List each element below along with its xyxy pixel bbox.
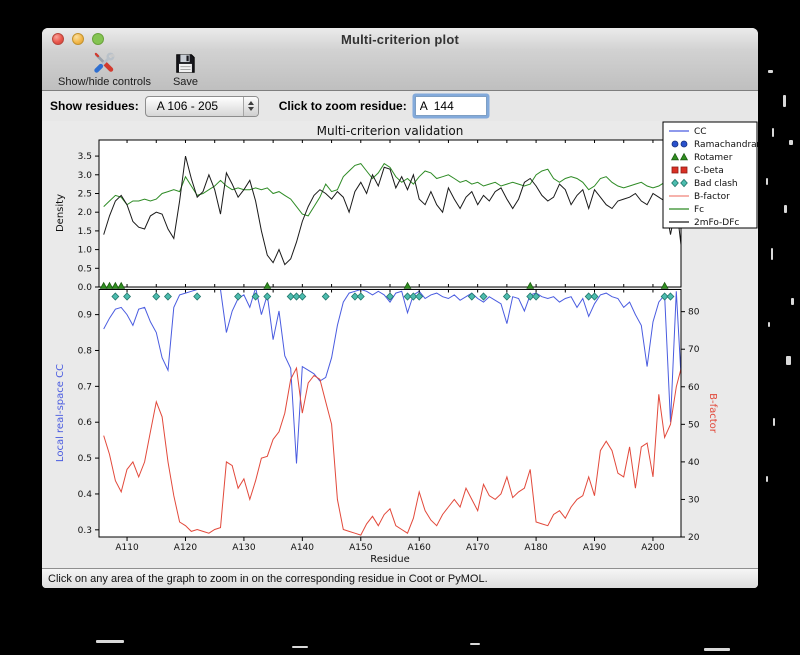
screen-artifact <box>784 205 787 213</box>
svg-text:2.0: 2.0 <box>78 208 93 218</box>
status-bar: Click on any area of the graph to zoom i… <box>42 568 758 588</box>
stepper-arrows-icon <box>242 96 258 116</box>
screen-artifact <box>768 322 770 327</box>
legend-label: CC <box>694 127 707 137</box>
show-residues-select[interactable]: A 106 - 205 <box>144 95 259 117</box>
plot-figure[interactable]: A110 A120 A130 A140 A150 A160 A170 A180 A190 A200… <box>42 121 758 568</box>
screen-artifact <box>791 298 794 305</box>
svg-text:0.0: 0.0 <box>78 283 93 293</box>
screen-artifact <box>766 476 768 482</box>
screen-artifact <box>789 140 793 145</box>
svg-text:A150: A150 <box>349 543 373 553</box>
cc-axis-label: Local real-space CC <box>55 364 66 462</box>
svg-text:60: 60 <box>688 383 700 393</box>
legend: CC Ramachandran Rotamer C-beta Bad clash B-fa… <box>662 121 758 229</box>
screen-artifact <box>96 640 124 643</box>
zoom-residue-label: Click to zoom residue: <box>278 99 407 113</box>
svg-text:0.4: 0.4 <box>78 490 93 500</box>
titlebar[interactable]: Multi-criterion plot <box>42 28 758 50</box>
save-icon <box>176 54 196 73</box>
multi-criterion-chart[interactable]: A110 A120 A130 A140 A150 A160 A170 A180 A190 A200… <box>42 121 758 568</box>
svg-text:A200: A200 <box>641 543 665 553</box>
bfactor-axis-label: B-factor <box>707 393 718 434</box>
screen-artifact <box>773 418 775 426</box>
svg-text:A180: A180 <box>524 543 548 553</box>
svg-text:50: 50 <box>688 420 700 430</box>
screen-artifact <box>470 643 480 645</box>
screen-artifact <box>783 95 786 107</box>
show-hide-controls-button[interactable]: Show/hide controls <box>58 51 151 88</box>
svg-text:0.5: 0.5 <box>78 454 92 464</box>
screen-artifact <box>786 356 791 365</box>
svg-text:0.3: 0.3 <box>78 526 92 536</box>
show-residues-label: Show residues: <box>50 99 139 113</box>
svg-text:A120: A120 <box>174 543 198 553</box>
svg-text:70: 70 <box>688 345 700 355</box>
svg-text:3.5: 3.5 <box>78 152 92 162</box>
toolbar-button-label: Show/hide controls <box>58 76 151 88</box>
svg-text:0.7: 0.7 <box>78 382 92 392</box>
svg-text:1.5: 1.5 <box>78 227 92 237</box>
save-button[interactable]: Save <box>173 51 198 88</box>
screen-artifact <box>766 178 768 185</box>
density-plot-area[interactable] <box>99 140 681 287</box>
zoom-window-button[interactable] <box>92 33 104 45</box>
svg-text:A110: A110 <box>115 543 139 553</box>
svg-text:A190: A190 <box>583 543 607 553</box>
svg-text:80: 80 <box>688 308 700 318</box>
legend-label: Rotamer <box>694 153 733 163</box>
density-axis-label: Density <box>55 194 66 232</box>
legend-label: B-factor <box>694 192 730 202</box>
legend-label: Bad clash <box>694 179 738 189</box>
x-axis-label: Residue <box>370 554 409 565</box>
svg-text:0.9: 0.9 <box>78 311 93 321</box>
toolbar: Show/hide controls Save <box>42 50 758 91</box>
toolbar-button-label: Save <box>172 76 199 88</box>
status-text: Click on any area of the graph to zoom i… <box>48 572 488 585</box>
svg-text:30: 30 <box>688 495 700 505</box>
screen-artifact <box>704 648 730 651</box>
legend-label: 2mFo-DFc <box>694 218 739 228</box>
screen: { "window": { "title": "Multi-criterion … <box>0 0 800 655</box>
svg-text:0.8: 0.8 <box>78 346 93 356</box>
minimize-button[interactable] <box>72 33 84 45</box>
svg-text:A130: A130 <box>232 543 256 553</box>
svg-text:20: 20 <box>688 533 700 543</box>
svg-text:0.6: 0.6 <box>78 418 93 428</box>
screen-artifact <box>772 128 774 137</box>
svg-text:0.5: 0.5 <box>78 264 92 274</box>
svg-text:3.0: 3.0 <box>78 171 93 181</box>
chart-title: Multi-criterion validation <box>317 124 464 138</box>
screen-artifact <box>292 646 308 648</box>
traffic-lights <box>52 28 104 50</box>
close-button[interactable] <box>52 33 64 45</box>
cc-bfactor-plot-area[interactable] <box>99 289 681 538</box>
screen-artifact <box>768 70 773 73</box>
screen-artifact <box>771 248 773 260</box>
zoom-residue-input[interactable] <box>414 96 487 116</box>
legend-label: Ramachandran <box>694 140 758 150</box>
svg-text:A140: A140 <box>291 543 315 553</box>
svg-text:2.5: 2.5 <box>78 189 92 199</box>
svg-text:A170: A170 <box>466 543 490 553</box>
svg-text:40: 40 <box>688 458 700 468</box>
legend-label: Fc <box>694 205 704 215</box>
controls-row: Show residues: A 106 - 205 Click to zoom… <box>42 91 758 121</box>
tools-icon <box>94 52 115 73</box>
app-window: Multi-criterion plot Show/hide controls <box>42 28 758 588</box>
select-value: A 106 - 205 <box>156 99 219 113</box>
svg-text:1.0: 1.0 <box>78 246 93 256</box>
legend-label: C-beta <box>694 166 724 176</box>
window-title: Multi-criterion plot <box>340 31 460 47</box>
svg-text:A160: A160 <box>408 543 432 553</box>
